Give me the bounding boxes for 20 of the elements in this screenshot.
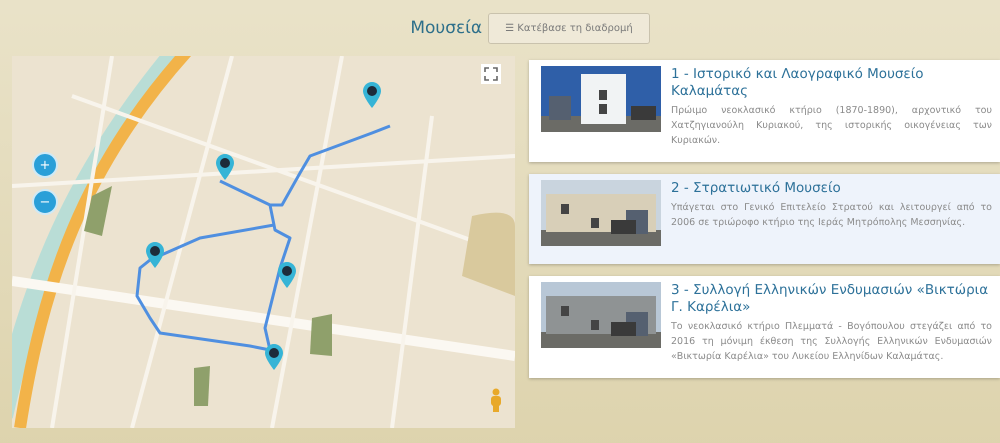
fullscreen-button[interactable] — [481, 64, 501, 84]
map-pin-icon[interactable] — [265, 344, 283, 370]
museum-title: 1 - Ιστορικό και Λαογραφικό Μουσείο Καλαμάτας — [671, 66, 925, 100]
park-area — [194, 366, 210, 406]
park-area — [310, 314, 332, 356]
map-pin-icon[interactable] — [216, 154, 234, 180]
museum-card[interactable]: 2 - Στρατιωτικό Μουσείο Υπάγεται στο Γενικό Επιτελείο Στρατού και λειτουργεί από το 2006 σε τριώροφο κτήριο της Ιεράς Μητρόπολης Μεσσηνίας. — [529, 174, 1000, 264]
page-title: Μουσεία — [410, 18, 482, 38]
museum-title: 3 - Συλλογή Ελληνικών Ενδυμασιών «Βικτώρια Γ. Καρέλια» — [671, 282, 990, 316]
museum-description: Το νεοκλασικό κτήριο Πλεμματά - Βογόπουλου στεγάζει από το 2016 τη μόνιμη έκθεση της Συλλογής Ελληνικών Ενδυμασιών «Βικτωρία Καρέλια» του Λυκείου Ελληνίδων Καλαμάτας. — [670, 320, 992, 364]
download-route-button[interactable]: ☰ Κατέβασε τη διαδρομή — [488, 12, 650, 44]
park-area — [84, 186, 112, 236]
map-pin-icon[interactable] — [146, 242, 164, 268]
map-pin-icon[interactable] — [363, 82, 381, 108]
museum-card[interactable] — [529, 276, 1000, 378]
museum-description: Υπάγεται στο Γενικό Επιτελείο Στρατού και λειτουργεί από το 2006 σε τριώροφο κτήριο της Ιεράς Μητρόπολης Μεσσηνίας. — [670, 201, 992, 230]
museum-description: Πρώιμο νεοκλασικό κτήριο (1870-1890), αρχοντικό του Χατζηγιανούλη Κυριακού, της ιστορικής οικογένειας των Κυριακών. — [670, 104, 992, 148]
museum-card[interactable]: 1 - Ιστορικό και Λαογραφικό Μουσείο Καλαμάτας Πρώιμο νεοκλασικό κτήριο (1870-1890), αρχοντικό του Χατζηγιανούλη Κυριακού, της ιστορικής οικογένειας των Κυριακών. — [529, 60, 1000, 162]
map-pin-icon[interactable] — [278, 262, 296, 288]
museum-title: 2 - Στρατιωτικό Μουσείο — [671, 180, 842, 197]
